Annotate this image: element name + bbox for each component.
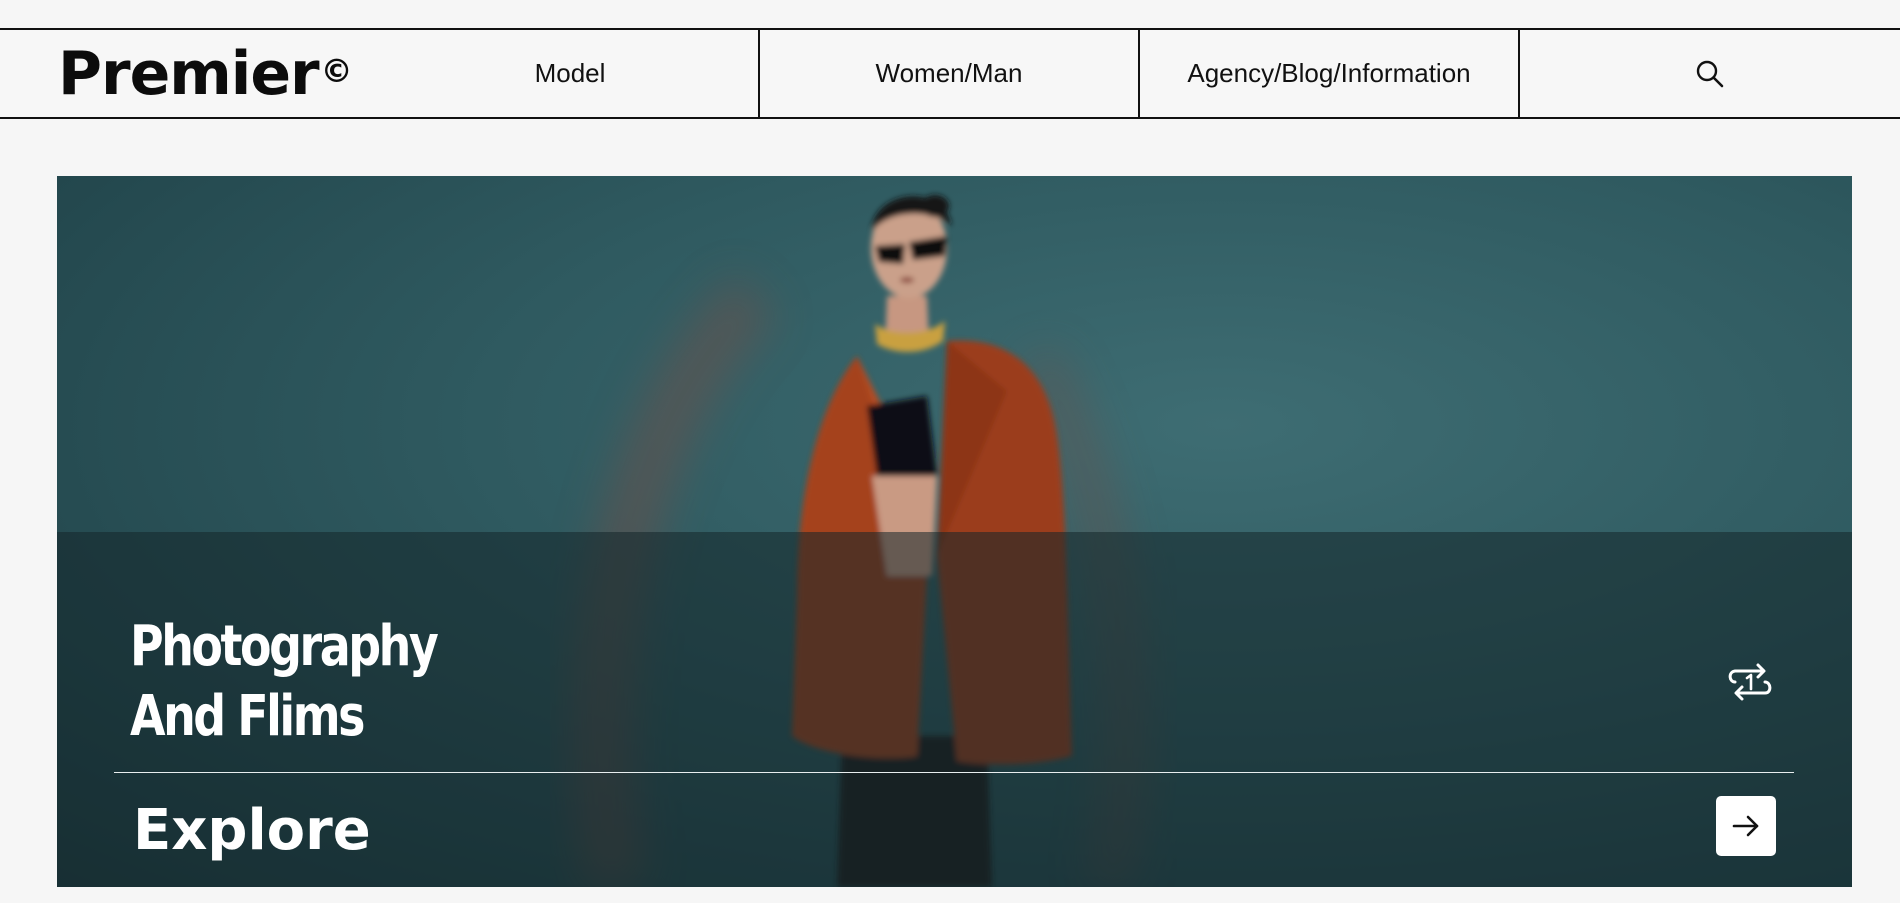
hero-title-line-1: Photography bbox=[130, 614, 439, 679]
hero-banner: Photography And Flims Explore bbox=[57, 176, 1852, 887]
hero-title: Photography And Flims bbox=[130, 612, 439, 752]
nav-agency-blog-information[interactable]: Agency/Blog/Information bbox=[1138, 30, 1518, 117]
site-header: Premier © Model Women/Man Agency/Blog/Inf… bbox=[0, 28, 1900, 119]
explore-arrow-button[interactable] bbox=[1716, 796, 1776, 856]
nav-model[interactable]: Model bbox=[382, 30, 758, 117]
hero-divider bbox=[114, 772, 1794, 773]
brand-logo[interactable]: Premier © bbox=[0, 30, 382, 117]
explore-link[interactable]: Explore bbox=[133, 798, 371, 863]
brand-name: Premier bbox=[58, 38, 320, 109]
hero-title-line-2: And Flims bbox=[130, 684, 365, 749]
nav-women-man[interactable]: Women/Man bbox=[758, 30, 1138, 117]
search-button[interactable] bbox=[1518, 30, 1900, 117]
brand-copyright-mark: © bbox=[320, 51, 353, 90]
repeat-one-icon[interactable] bbox=[1725, 660, 1775, 704]
search-icon bbox=[1696, 60, 1724, 87]
arrow-right-icon bbox=[1732, 815, 1759, 837]
